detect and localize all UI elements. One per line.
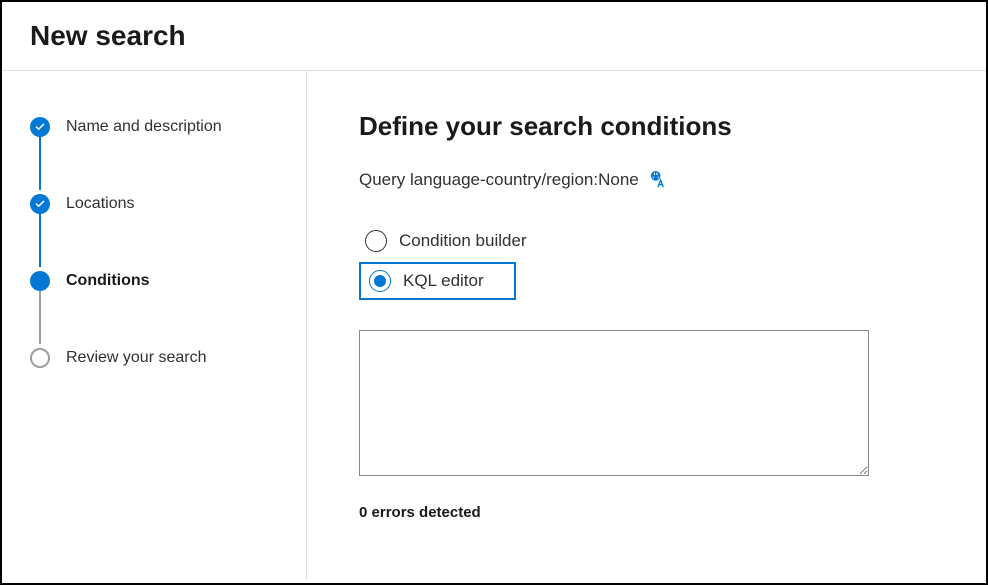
step-conditions[interactable]: Conditions bbox=[30, 269, 286, 293]
radio-kql-editor[interactable]: KQL editor bbox=[359, 262, 516, 300]
wizard-steps-sidebar: Name and description Locations Condition… bbox=[2, 71, 307, 580]
radio-dot-icon bbox=[374, 275, 386, 287]
step-label: Conditions bbox=[66, 272, 150, 290]
step-connector bbox=[39, 135, 41, 190]
radio-label: KQL editor bbox=[403, 271, 484, 291]
step-connector bbox=[39, 289, 41, 344]
step-connector bbox=[39, 212, 41, 267]
query-language-label: Query language-country/region: bbox=[359, 170, 598, 190]
step-label: Review your search bbox=[66, 349, 207, 367]
wizard-content: Define your search conditions Query lang… bbox=[307, 71, 986, 580]
upcoming-step-icon bbox=[30, 348, 50, 368]
page-header: New search bbox=[2, 2, 986, 71]
current-step-icon bbox=[30, 271, 50, 291]
query-language-row: Query language-country/region: None bbox=[359, 170, 934, 190]
wizard-layout: Name and description Locations Condition… bbox=[2, 71, 986, 580]
kql-editor-input[interactable] bbox=[359, 330, 869, 476]
errors-detected-text: 0 errors detected bbox=[359, 504, 934, 521]
radio-condition-builder[interactable]: Condition builder bbox=[359, 226, 934, 256]
step-label: Name and description bbox=[66, 118, 222, 136]
checkmark-icon bbox=[30, 194, 50, 214]
translate-icon[interactable] bbox=[649, 170, 669, 190]
step-name-and-description[interactable]: Name and description bbox=[30, 115, 286, 139]
radio-label: Condition builder bbox=[399, 231, 527, 251]
radio-selected-icon bbox=[369, 270, 391, 292]
checkmark-icon bbox=[30, 117, 50, 137]
step-review-your-search[interactable]: Review your search bbox=[30, 346, 286, 370]
content-heading: Define your search conditions bbox=[359, 111, 934, 142]
step-locations[interactable]: Locations bbox=[30, 192, 286, 216]
wizard-steps-list: Name and description Locations Condition… bbox=[30, 115, 286, 370]
editor-mode-radio-group: Condition builder KQL editor bbox=[359, 226, 934, 306]
step-label: Locations bbox=[66, 195, 135, 213]
page-title: New search bbox=[30, 20, 958, 52]
query-language-value: None bbox=[598, 170, 639, 190]
radio-unselected-icon bbox=[365, 230, 387, 252]
